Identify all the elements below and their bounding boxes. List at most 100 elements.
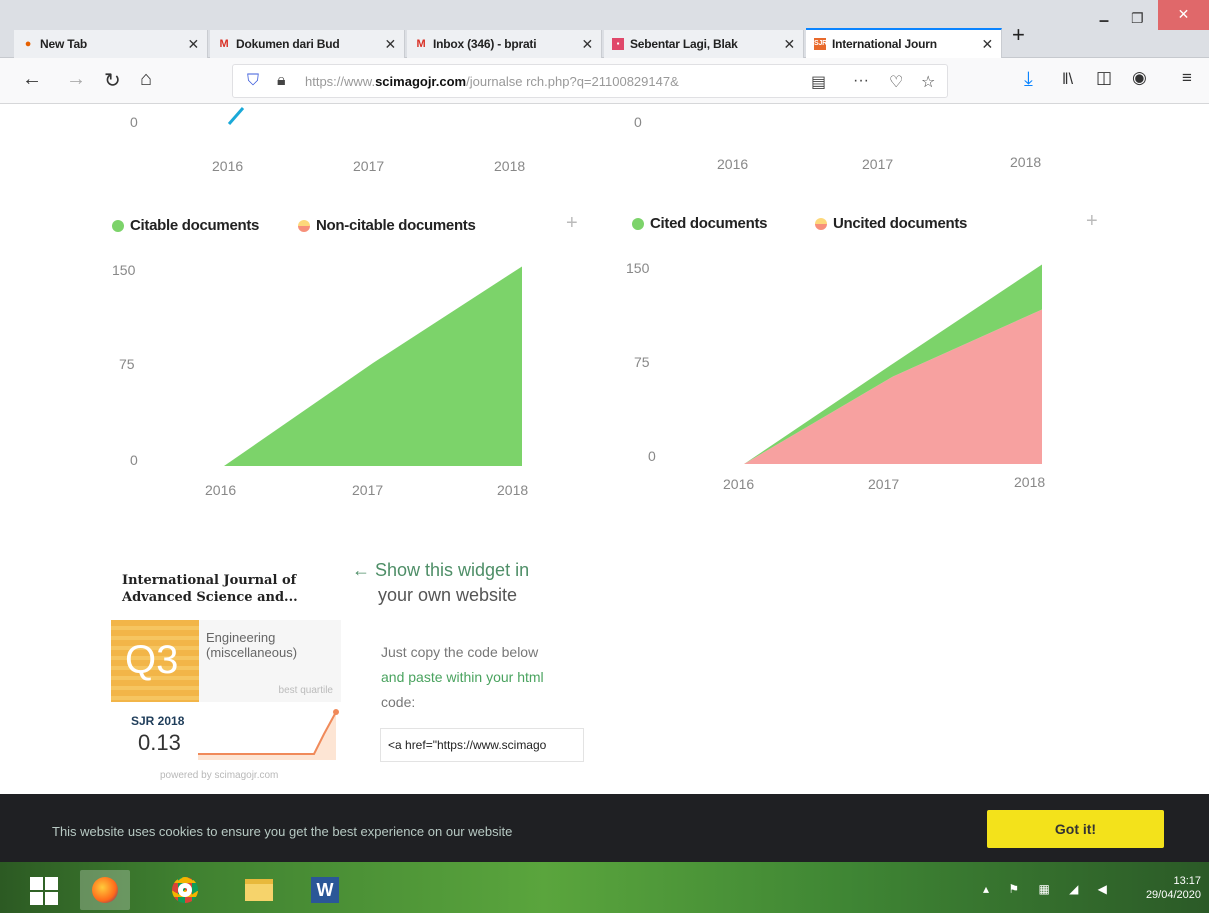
lock-icon[interactable]: 🔒︎: [277, 72, 286, 90]
system-tray-icons[interactable]: ▴ ⚑ ▦ ◢ ◀: [983, 882, 1115, 896]
cited-documents-chart: [744, 264, 1042, 464]
tab-title: International Journ: [832, 37, 937, 51]
legend-item-citable[interactable]: Citable documents: [112, 217, 259, 234]
prev-chart-left-x-tick: 2017: [353, 158, 385, 174]
windows-start-icon[interactable]: [30, 877, 58, 905]
tab-international-journal[interactable]: SJR International Journ ✕: [806, 28, 1002, 58]
copy-line: Just copy the code below: [381, 644, 539, 660]
tab-sebentar[interactable]: ▪ Sebentar Lagi, Blak ✕: [604, 30, 804, 58]
widget-journal-title[interactable]: International Journal of Advanced Scienc…: [122, 572, 322, 606]
word-taskbar-icon[interactable]: W: [300, 870, 350, 910]
y-tick-label: 0: [648, 448, 656, 464]
show-widget-line1: ← Show this widget in: [352, 560, 530, 580]
citable-documents-chart: [224, 266, 522, 466]
powered-by-link[interactable]: powered by scimagojr.com: [160, 770, 278, 781]
pocket-icon[interactable]: ♡: [889, 72, 903, 92]
page-actions-icon[interactable]: ···: [853, 72, 869, 90]
close-icon[interactable]: ✕: [384, 36, 396, 53]
sjr-value: 0.13: [138, 730, 181, 755]
screen: ● New Tab ✕ M Dokumen dari Bud ✕ M Inbox…: [0, 0, 1209, 913]
clock-time: 13:17: [1173, 875, 1201, 887]
download-icon[interactable]: ⤓: [1024, 68, 1033, 91]
sidebar-icon[interactable]: ◫: [1096, 68, 1112, 88]
quartile-label: best quartile: [278, 685, 333, 696]
prev-chart-right-x-tick: 2017: [862, 156, 894, 172]
legend-label: Citable documents: [130, 217, 260, 234]
cookie-message: This website uses cookies to ensure you …: [52, 824, 513, 839]
window-minimize-button[interactable]: –: [1099, 10, 1109, 31]
page-content: 0 2016 2017 2018 0 2016 2017 2018 Citabl…: [0, 104, 1209, 794]
firefox-taskbar-icon[interactable]: [80, 870, 130, 910]
window-close-button[interactable]: ✕: [1158, 0, 1209, 30]
tab-dokumen[interactable]: M Dokumen dari Bud ✕: [210, 30, 405, 58]
sjr-year-label: SJR 2018: [131, 714, 185, 728]
prev-chart-left-x-tick: 2018: [494, 158, 526, 174]
tab-new-tab[interactable]: ● New Tab ✕: [14, 30, 208, 58]
prev-chart-left-line: [227, 107, 245, 125]
quartile-box[interactable]: Q3 Engineering (miscellaneous) best quar…: [111, 620, 341, 702]
y-tick-label: 75: [634, 354, 650, 370]
forward-icon[interactable]: →: [66, 68, 86, 91]
embed-code-field[interactable]: <a href="https://www.scimago: [380, 728, 584, 762]
clock-date: 29/04/2020: [1145, 889, 1201, 901]
new-tab-button[interactable]: +: [1012, 22, 1025, 48]
taskbar-clock[interactable]: 13:17 29/04/2020: [1146, 874, 1201, 902]
gmail-icon: M: [416, 38, 426, 50]
cookie-accept-button[interactable]: Got it!: [987, 810, 1164, 848]
x-tick-label: 2017: [352, 482, 384, 498]
url-text[interactable]: https://www.scimagojr.com/journalse rch.…: [305, 74, 679, 89]
account-icon[interactable]: ◉: [1132, 68, 1147, 88]
chrome-taskbar-icon[interactable]: [160, 870, 210, 910]
cookie-banner: This website uses cookies to ensure you …: [0, 794, 1209, 862]
tab-title: Dokumen dari Bud: [236, 37, 340, 51]
legend-item-uncited[interactable]: Uncited documents: [815, 215, 967, 232]
x-tick-label: 2017: [868, 476, 900, 492]
bookmark-star-icon[interactable]: ☆: [921, 72, 935, 92]
browser-tab-strip: ● New Tab ✕ M Dokumen dari Bud ✕ M Inbox…: [0, 0, 1209, 58]
legend-item-non-citable[interactable]: Non-citable documents: [298, 217, 476, 234]
expand-chart-icon[interactable]: +: [1086, 210, 1098, 233]
legend-swatch: [632, 217, 644, 230]
file-explorer-taskbar-icon[interactable]: [234, 870, 284, 910]
close-icon[interactable]: ✕: [187, 36, 199, 53]
x-tick-label: 2016: [205, 482, 237, 498]
prev-chart-right-x-tick: 2018: [1010, 154, 1042, 170]
y-tick-label: 75: [119, 356, 135, 372]
word-icon: W: [311, 877, 339, 903]
sjr-sparkline: [198, 709, 339, 760]
quartile-badge: Q3: [111, 620, 199, 702]
quartile-category: Engineering (miscellaneous): [206, 630, 298, 660]
tab-title: New Tab: [40, 37, 88, 51]
copy-line: and paste within your html: [381, 669, 544, 685]
prev-chart-right-x-tick: 2016: [717, 156, 749, 172]
prev-chart-left-y-tick: 0: [130, 114, 138, 130]
show-widget-line2: your own website: [378, 585, 518, 605]
gmail-icon: M: [219, 38, 229, 50]
shield-icon[interactable]: ⛉: [247, 72, 259, 90]
close-icon[interactable]: ✕: [581, 36, 593, 53]
copy-line: code:: [381, 694, 416, 710]
home-icon[interactable]: ⌂: [140, 68, 152, 91]
library-icon[interactable]: ‖\: [1062, 71, 1073, 89]
expand-chart-icon[interactable]: +: [566, 212, 578, 235]
reload-icon[interactable]: ↻: [104, 68, 121, 93]
windows-taskbar: W ▴ ⚑ ▦ ◢ ◀ 13:17 29/04/2020: [0, 862, 1209, 913]
legend-label: Cited documents: [650, 215, 768, 232]
tab-title: Sebentar Lagi, Blak: [630, 37, 738, 51]
close-icon[interactable]: ✕: [783, 36, 795, 53]
close-icon[interactable]: ✕: [981, 36, 993, 53]
url-bar[interactable]: ⛉ 🔒︎ https://www.scimagojr.com/journalse…: [232, 64, 948, 98]
tab-title: Inbox (346) - bprati: [433, 37, 537, 51]
legend-swatch: [815, 217, 827, 230]
menu-icon[interactable]: ≡: [1182, 68, 1192, 88]
back-icon[interactable]: ←: [22, 68, 42, 91]
copy-instructions: Just copy the code below and paste withi…: [381, 640, 544, 715]
window-maximize-button[interactable]: ❐: [1131, 10, 1144, 27]
tab-inbox[interactable]: M Inbox (346) - bprati ✕: [407, 30, 602, 58]
legend-item-cited[interactable]: Cited documents: [632, 215, 767, 232]
reader-view-icon[interactable]: ▤: [811, 72, 826, 92]
prev-chart-right-y-tick: 0: [634, 114, 642, 130]
news-icon: ▪: [612, 38, 624, 50]
show-widget-heading: ← Show this widget in your own website: [352, 558, 529, 608]
legend-label: Non-citable documents: [316, 217, 476, 234]
